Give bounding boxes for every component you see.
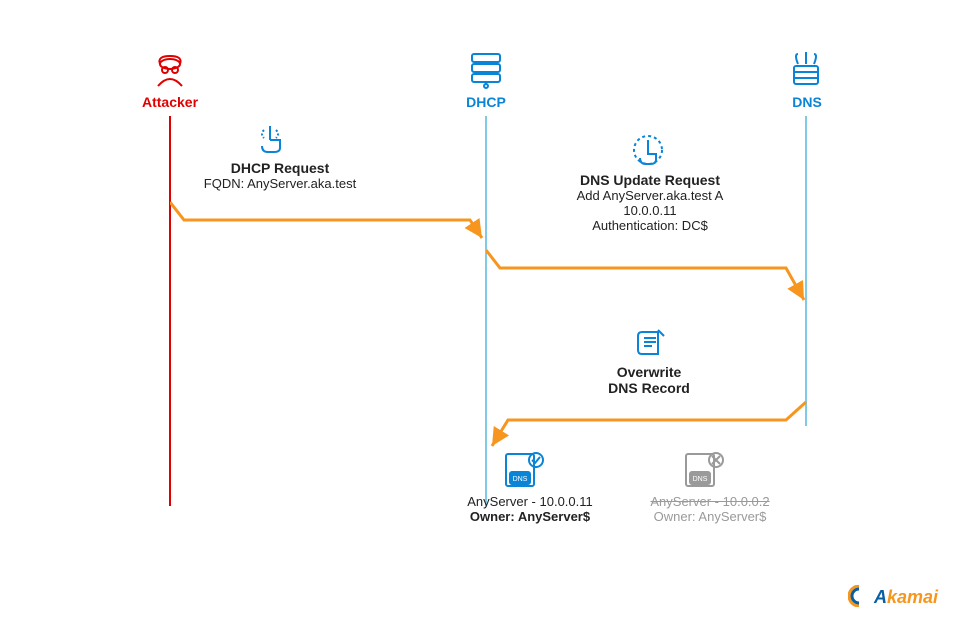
msg1-body: FQDN: AnyServer.aka.test: [180, 176, 380, 191]
dns-bad-icon: DNS: [682, 450, 726, 490]
arrow-dns-to-dhcp: [486, 398, 810, 454]
diagram-stage: Attacker DHCP DNS DHCP Re: [0, 0, 960, 620]
dns-ok-icon: DNS: [502, 450, 546, 490]
akamai-logo: AAkamaikamai: [848, 585, 938, 608]
msg2-title: DNS Update Request: [530, 172, 770, 188]
server-icon: [466, 50, 506, 90]
scroll-icon: [634, 326, 668, 360]
rec-new-l2: Owner: AnyServer$: [450, 509, 610, 524]
dhcp-label: DHCP: [462, 94, 510, 110]
attacker-icon: [150, 50, 190, 90]
msg-dhcp-request: DHCP Request FQDN: AnyServer.aka.test: [180, 160, 380, 191]
rec-new-l1: AnyServer - 10.0.0.11: [450, 494, 610, 509]
rec-old-l2: Owner: AnyServer$: [630, 509, 790, 524]
msg3-title: Overwrite DNS Record: [584, 364, 714, 396]
msg-overwrite: Overwrite DNS Record: [584, 364, 714, 396]
msg2-body: Add AnyServer.aka.test A 10.0.0.11 Authe…: [530, 188, 770, 233]
dns-server-icon: [786, 50, 826, 90]
attacker-lifeline: [169, 116, 171, 506]
svg-text:DNS: DNS: [513, 476, 528, 483]
arrow-attacker-to-dhcp: [170, 198, 490, 244]
dns-record-new: AnyServer - 10.0.0.11 Owner: AnyServer$: [450, 494, 610, 524]
attacker-label: Attacker: [140, 94, 200, 110]
dns-label: DNS: [790, 94, 824, 110]
dns-record-old: AnyServer - 10.0.0.2 Owner: AnyServer$: [630, 494, 790, 524]
tap-icon: [258, 122, 288, 156]
rec-old-l1: AnyServer - 10.0.0.2: [630, 494, 790, 509]
arrow-dhcp-to-dns: [486, 246, 810, 306]
svg-text:DNS: DNS: [693, 476, 708, 483]
swipe-icon: [630, 132, 666, 168]
msg-dns-update: DNS Update Request Add AnyServer.aka.tes…: [530, 172, 770, 233]
msg1-title: DHCP Request: [180, 160, 380, 176]
